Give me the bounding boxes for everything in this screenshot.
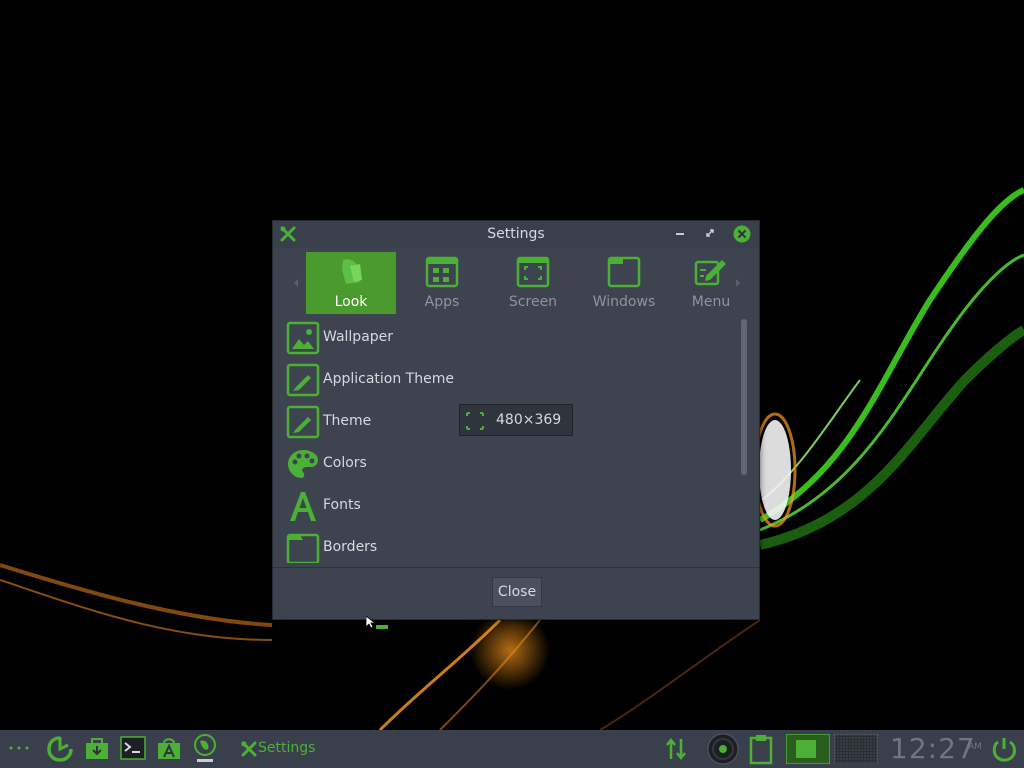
tab-screen[interactable]: Screen <box>488 252 578 314</box>
clipboard-icon[interactable] <box>748 733 774 765</box>
tab-look-label: Look <box>334 294 368 310</box>
tab-menu-label: Menu <box>691 294 731 310</box>
clock-ampm: AM <box>968 742 982 752</box>
list-item-label: Colors <box>323 455 367 471</box>
settings-window: Settings Look Apps Screen Windows Menu W… <box>272 220 760 620</box>
list-item-label: Theme <box>323 413 372 429</box>
size-tooltip-text: 480×369 <box>496 412 562 428</box>
list-item-application-theme[interactable]: Application Theme <box>277 359 727 401</box>
list-item-borders[interactable]: Borders <box>277 527 727 563</box>
tools-icon[interactable] <box>240 740 258 758</box>
package-icon[interactable] <box>84 735 110 761</box>
brush-icon <box>286 405 320 439</box>
minimize-icon[interactable] <box>673 226 687 240</box>
terminal-icon[interactable] <box>120 735 146 761</box>
footer-divider <box>273 567 759 568</box>
network-arrows-icon[interactable] <box>664 735 688 763</box>
windows-icon <box>607 256 641 288</box>
power-icon[interactable] <box>990 735 1018 763</box>
taskbar-task-settings[interactable]: Settings <box>258 740 315 756</box>
size-tooltip: 480×369 <box>459 404 573 436</box>
tab-scroll-right-icon[interactable] <box>733 277 743 289</box>
desktop-1-icon[interactable] <box>786 734 830 764</box>
dots-icon[interactable] <box>8 745 30 751</box>
close-button[interactable]: Close <box>492 577 542 607</box>
install-icon[interactable] <box>192 733 218 765</box>
clock-time[interactable]: 12:27 <box>890 732 976 765</box>
close-icon[interactable] <box>733 225 751 243</box>
window-titlebar[interactable]: Settings <box>273 221 759 248</box>
apps-icon <box>425 256 459 288</box>
list-item-wallpaper[interactable]: Wallpaper <box>277 317 727 359</box>
list-item-colors[interactable]: Colors <box>277 443 727 485</box>
tab-apps[interactable]: Apps <box>397 252 487 314</box>
brush-icon <box>286 363 320 397</box>
tab-scroll-left-icon[interactable] <box>291 277 301 289</box>
tab-look[interactable]: Look <box>306 252 396 314</box>
list-item-label: Wallpaper <box>323 329 394 345</box>
disc-icon[interactable] <box>706 733 740 765</box>
screen-icon <box>516 256 550 288</box>
taskbar: Settings 12:27 AM <box>0 730 1024 768</box>
list-item-label: Borders <box>323 539 378 555</box>
list-item-label: Application Theme <box>323 371 454 387</box>
power-swirl-icon[interactable] <box>46 735 74 763</box>
desktop-2-icon[interactable] <box>834 734 878 764</box>
list-scrollbar[interactable] <box>741 319 747 475</box>
settings-tabbar: Look Apps Screen Windows Menu <box>273 249 759 315</box>
mouse-cursor <box>366 616 388 629</box>
look-icon <box>342 259 362 284</box>
maximize-icon[interactable] <box>703 226 717 240</box>
tab-windows-label: Windows <box>592 294 656 310</box>
list-item-fonts[interactable]: Fonts <box>277 485 727 527</box>
palette-icon <box>288 450 318 478</box>
font-icon <box>290 492 316 521</box>
folder-icon <box>286 533 320 563</box>
resize-corners-icon <box>466 412 484 430</box>
app-store-icon[interactable] <box>156 735 182 761</box>
tab-apps-label: Apps <box>424 294 460 310</box>
tab-windows[interactable]: Windows <box>579 252 669 314</box>
menu-edit-icon <box>694 260 726 286</box>
settings-list: Wallpaper Application Theme Theme Colors… <box>277 317 737 563</box>
tab-screen-label: Screen <box>508 294 558 310</box>
list-item-label: Fonts <box>323 497 361 513</box>
wallpaper-icon <box>286 321 320 355</box>
